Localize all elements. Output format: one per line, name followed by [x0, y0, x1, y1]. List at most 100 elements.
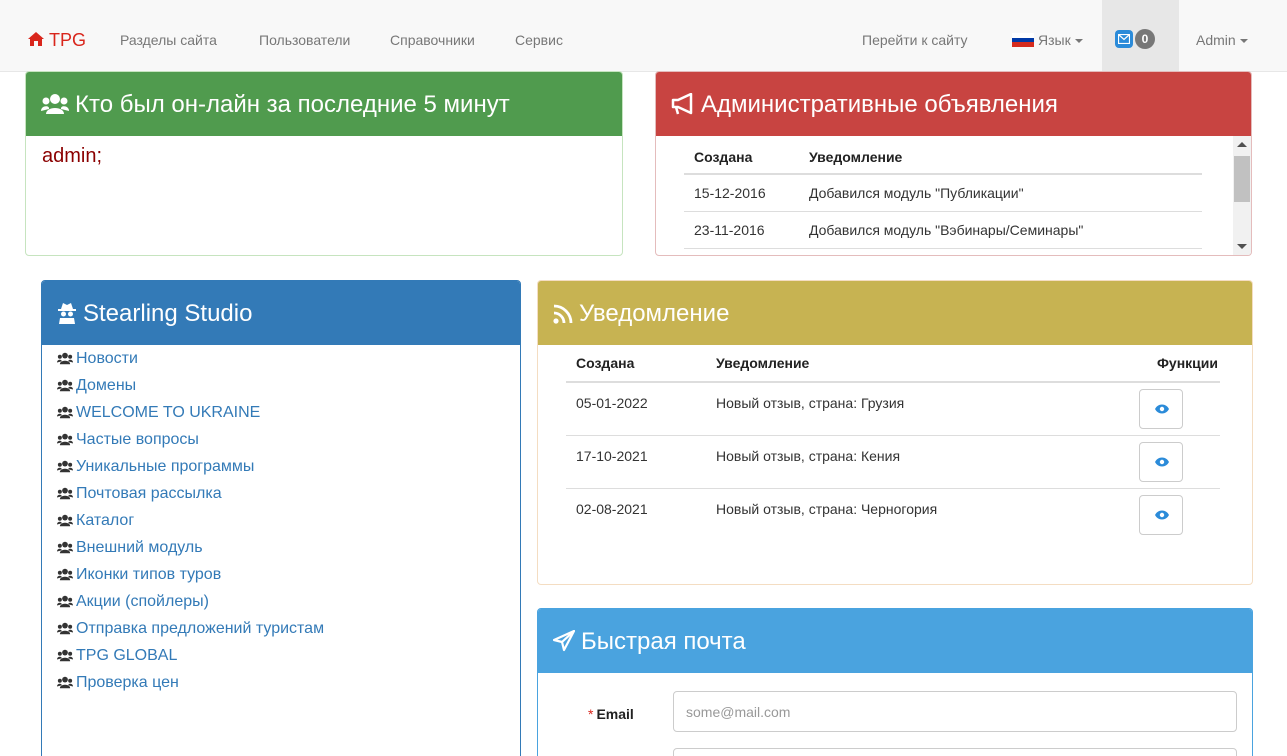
studio-link-label: Уникальные программы: [76, 458, 255, 475]
studio-link[interactable]: Почтовая рассылка: [57, 485, 520, 512]
russian-flag-icon: [1012, 33, 1034, 47]
email-input[interactable]: [673, 691, 1237, 732]
go-to-site-link[interactable]: Перейти к сайту: [862, 0, 968, 72]
studio-link[interactable]: Домены: [57, 377, 520, 404]
online-users-list: admin;: [42, 145, 103, 167]
row-date: 05-01-2022: [566, 382, 706, 436]
notifications-table: Создана Уведомление Функции 05-01-2022 Н…: [566, 345, 1220, 541]
language-label: Язык: [1038, 32, 1071, 48]
quick-mail-panel: Быстрая почта * Email: [537, 608, 1253, 756]
users-icon: [57, 647, 76, 664]
studio-link[interactable]: Иконки типов туров: [57, 566, 520, 593]
online-panel-heading: Кто был он-лайн за последние 5 минут: [26, 72, 622, 136]
row-text: Новый отзыв, страна: Грузия: [706, 382, 1100, 436]
studio-links-list: Новости Домены WELCOME TO UKRAINE Частые во…: [42, 345, 520, 701]
mail-count-badge: 0: [1135, 29, 1155, 49]
nav-item-users[interactable]: Пользователи: [259, 0, 350, 72]
user-secret-icon: [58, 303, 76, 324]
studio-panel-heading: Stearling Studio: [42, 281, 520, 345]
table-row: 02-08-2021 Новый отзыв, страна: Черногор…: [566, 488, 1220, 541]
online-panel-title: Кто был он-лайн за последние 5 минут: [75, 91, 510, 118]
mail-notifications-button[interactable]: 0: [1102, 0, 1179, 72]
studio-link[interactable]: Каталог: [57, 512, 520, 539]
brand-label: TPG: [49, 30, 87, 50]
second-input-field[interactable]: [673, 748, 1237, 756]
studio-link-label: Домены: [76, 377, 137, 394]
studio-link-label: Иконки типов туров: [76, 566, 222, 583]
studio-link[interactable]: Новости: [57, 350, 520, 377]
studio-link-label: Отправка предложений туристам: [76, 620, 325, 637]
users-icon: [57, 539, 76, 556]
caret-down-icon: [1239, 39, 1248, 43]
nav-item-sections[interactable]: Разделы сайта: [120, 0, 217, 72]
studio-link-label: TPG GLOBAL: [76, 647, 178, 664]
table-header-row: Создана Уведомление: [684, 140, 1202, 175]
studio-link-label: Внешний модуль: [76, 539, 203, 556]
brand-link[interactable]: TPG: [27, 0, 86, 72]
users-icon: [57, 674, 76, 691]
column-header-notice: Уведомление: [799, 140, 1202, 175]
row-date: 15-12-2016: [684, 174, 799, 212]
scroll-thumb[interactable]: [1234, 156, 1250, 202]
notifications-panel: Уведомление Создана Уведомление Функции …: [537, 280, 1253, 585]
column-header-created: Создана: [566, 345, 706, 383]
user-menu-dropdown[interactable]: Admin: [1196, 0, 1248, 72]
studio-link[interactable]: Внешний модуль: [57, 539, 520, 566]
users-icon: [57, 377, 76, 394]
view-button[interactable]: [1139, 389, 1183, 429]
admin-panel-title: Административные объявления: [701, 91, 1058, 118]
table-row: 15-12-2016 Добавился модуль "Публикации": [684, 174, 1202, 212]
users-icon: [57, 593, 76, 610]
table-row: 17-10-2021 Новый отзыв, страна: Кения: [566, 435, 1220, 489]
envelope-icon: [1115, 30, 1133, 48]
paper-plane-icon: [552, 629, 576, 652]
email-label: * Email: [588, 706, 634, 722]
row-text: Новый отзыв, страна: Кения: [706, 435, 1100, 489]
language-dropdown[interactable]: Язык: [1012, 0, 1083, 72]
rss-icon: [553, 304, 573, 324]
quick-mail-panel-title: Быстрая почта: [581, 628, 746, 655]
scroll-down-arrow-icon[interactable]: [1237, 244, 1247, 249]
table-header-row: Создана Уведомление Функции: [566, 345, 1220, 383]
admin-announcements-table: Создана Уведомление 15-12-2016 Добавился…: [684, 140, 1202, 249]
view-button[interactable]: [1139, 441, 1183, 482]
row-date: 23-11-2016: [684, 211, 799, 249]
users-icon: [57, 350, 76, 367]
quick-mail-panel-heading: Быстрая почта: [538, 609, 1252, 673]
users-icon: [57, 512, 76, 529]
view-button[interactable]: [1139, 494, 1183, 535]
email-label-text: Email: [596, 706, 634, 722]
studio-link[interactable]: TPG GLOBAL: [57, 647, 520, 674]
studio-link[interactable]: Акции (спойлеры): [57, 593, 520, 620]
studio-link-label: Акции (спойлеры): [76, 593, 209, 610]
row-date: 02-08-2021: [576, 500, 648, 517]
user-name: Admin: [1196, 32, 1236, 48]
users-icon: [57, 431, 76, 448]
studio-panel-title: Stearling Studio: [83, 300, 253, 327]
users-icon: [57, 404, 76, 421]
column-header-functions: Функции: [1100, 345, 1220, 383]
studio-link[interactable]: Частые вопросы: [57, 431, 520, 458]
users-icon: [57, 458, 76, 475]
eye-icon: [1155, 404, 1169, 414]
studio-link[interactable]: Отправка предложений туристам: [57, 620, 520, 647]
nav-item-references[interactable]: Справочники: [390, 0, 475, 72]
top-navbar: TPG Разделы сайта Пользователи Справочни…: [0, 0, 1287, 72]
scroll-up-arrow-icon[interactable]: [1237, 142, 1247, 147]
row-actions: [1100, 488, 1220, 541]
admin-announcements-panel: Административные объявления Создана Увед…: [655, 71, 1252, 256]
announcements-scrollbar[interactable]: [1233, 136, 1251, 255]
row-actions: [1100, 435, 1220, 489]
row-text: Добавился модуль "Публикации": [799, 174, 1202, 212]
studio-link[interactable]: Уникальные программы: [57, 458, 520, 485]
users-icon: [57, 485, 76, 502]
row-actions: [1100, 382, 1220, 436]
nav-item-service[interactable]: Сервис: [515, 0, 563, 72]
stearling-studio-panel: Stearling Studio Новости Домены WELCOME TO…: [41, 280, 521, 756]
studio-link[interactable]: WELCOME TO UKRAINE: [57, 404, 520, 431]
studio-link[interactable]: Проверка цен: [57, 674, 520, 701]
users-icon: [57, 620, 76, 637]
studio-link-label: WELCOME TO UKRAINE: [76, 404, 261, 421]
row-text: Добавился модуль "Вэбинары/Семинары": [799, 211, 1202, 249]
admin-panel-heading: Административные объявления: [656, 72, 1251, 136]
